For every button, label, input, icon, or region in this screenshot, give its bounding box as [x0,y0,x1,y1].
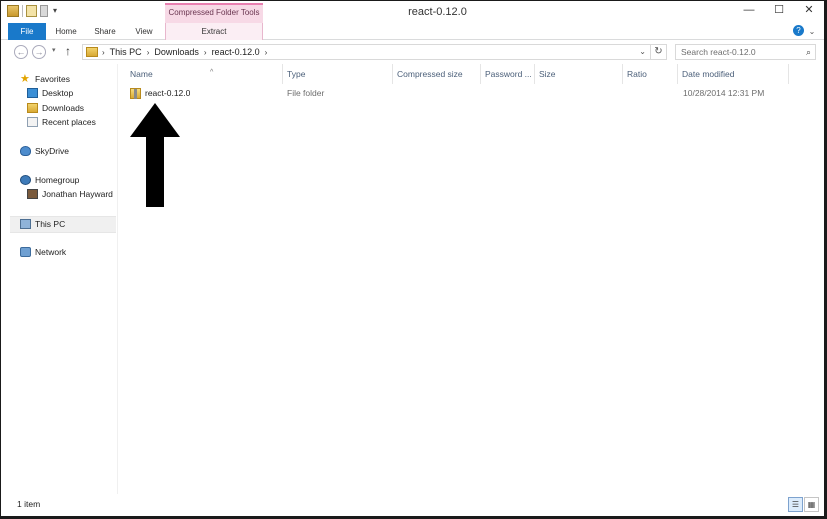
address-bar[interactable]: › This PC › Downloads › react-0.12.0 › ⌄ [82,44,651,60]
breadcrumb-this-pc[interactable]: This PC [110,47,142,57]
explorer-window: ▾ Compressed Folder Tools react-0.12.0 —… [0,0,827,519]
column-header-label: Name [130,69,153,79]
file-date-modified: 10/28/2014 12:31 PM [683,88,765,98]
nav-item-desktop[interactable]: Desktop [27,86,73,100]
title-bar: ▾ Compressed Folder Tools react-0.12.0 —… [1,1,824,23]
file-name: react-0.12.0 [145,88,191,98]
nav-item-downloads[interactable]: Downloads [27,101,84,115]
refresh-button[interactable]: ↻ [651,44,667,60]
window-title: react-0.12.0 [408,6,467,18]
search-input[interactable]: Search react-0.12.0 ⌕ [675,44,816,60]
breadcrumb-separator[interactable]: › [147,48,150,57]
minimize-button[interactable]: — [734,1,764,21]
desktop-icon [27,88,38,98]
window-controls: — ☐ ✕ [734,1,824,21]
help-icon[interactable]: ? [793,25,804,36]
nav-item-label: Recent places [42,117,96,127]
table-row[interactable]: react-0.12.0 File folder 10/28/2014 12:3… [118,85,824,102]
downloads-icon [27,103,38,113]
nav-item-this-pc[interactable]: This PC [20,217,65,231]
new-file-icon[interactable] [26,5,37,17]
back-button[interactable]: ← [14,45,28,59]
nav-item-label: Downloads [42,103,85,113]
folder-icon [86,47,98,57]
item-count: 1 item [17,499,41,509]
nav-item-label: Favorites [35,74,70,84]
close-button[interactable]: ✕ [794,1,824,21]
breadcrumb-separator[interactable]: › [102,48,105,57]
nav-item-label: Network [35,247,67,257]
arrow-shape [130,103,180,207]
navigation-pane: ★ Favorites Desktop Downloads Recent pla… [1,64,117,494]
column-header-name[interactable]: Name ^ [126,64,283,84]
network-icon [20,247,31,257]
annotation-up-arrow-icon [130,103,180,207]
column-header-compressed-size[interactable]: Compressed size [393,64,481,84]
expand-ribbon-chevron-icon[interactable]: ⌄ [806,26,818,37]
window-title-container: react-0.12.0 [1,6,824,18]
search-placeholder: Search react-0.12.0 [681,47,756,57]
zipped-folder-icon [130,88,141,99]
large-icons-view-button[interactable]: ▦ [804,497,819,512]
column-header-size[interactable]: Size [535,64,623,84]
maximize-button[interactable]: ☐ [764,1,794,21]
ribbon-tab-bar: File Home Share View Extract ? ⌄ [1,23,824,40]
address-row: ← → ▾ ↑ › This PC › Downloads › react-0.… [1,40,824,64]
nav-item-recent-places[interactable]: Recent places [27,115,96,129]
nav-item-skydrive[interactable]: SkyDrive [20,144,69,158]
status-bar: 1 item ☰ ▦ [1,494,824,516]
toolbar-divider [22,5,23,17]
address-history-chevron-icon[interactable]: ⌄ [639,47,646,56]
nav-item-label: Jonathan Hayward [42,189,113,199]
breadcrumb-separator[interactable]: › [265,48,268,57]
nav-item-label: Homegroup [35,175,80,185]
tab-extract[interactable]: Extract [165,23,263,40]
nav-item-label: Desktop [42,88,74,98]
file-type: File folder [287,88,325,98]
column-header-ratio[interactable]: Ratio [623,64,678,84]
sort-ascending-icon: ^ [210,69,214,76]
column-header-date-modified[interactable]: Date modified [678,64,789,84]
user-avatar-icon [27,189,38,199]
cloud-icon [20,146,31,156]
tab-file[interactable]: File [8,23,46,40]
forward-button[interactable]: → [32,45,46,59]
breadcrumb-separator[interactable]: › [204,48,207,57]
homegroup-icon [20,175,31,185]
up-button[interactable]: ↑ [65,44,71,58]
tab-view[interactable]: View [127,23,161,40]
customize-toolbar-chevron-icon[interactable]: ▾ [51,5,59,17]
nav-item-homegroup[interactable]: Homegroup [20,173,79,187]
recent-places-icon [27,117,38,127]
quick-access-toolbar: ▾ [7,5,59,17]
nav-item-favorites[interactable]: ★ Favorites [20,72,70,86]
search-icon[interactable]: ⌕ [806,45,811,59]
context-tab-group-label: Compressed Folder Tools [165,3,263,23]
file-list: Name ^ Type Compressed size Password ...… [118,64,824,494]
properties-icon[interactable] [7,5,19,17]
nav-item-network[interactable]: Network [20,245,66,259]
column-header-password[interactable]: Password ... [481,64,535,84]
star-icon: ★ [20,73,30,85]
tab-home[interactable]: Home [49,23,83,40]
breadcrumb-downloads[interactable]: Downloads [154,47,199,57]
file-name-cell[interactable]: react-0.12.0 [130,85,190,102]
breadcrumb-react[interactable]: react-0.12.0 [212,47,260,57]
details-view-button[interactable]: ☰ [788,497,803,512]
column-header-type[interactable]: Type [283,64,393,84]
recent-locations-chevron-icon[interactable]: ▾ [52,46,56,54]
rename-icon[interactable] [40,5,48,17]
nav-item-label: SkyDrive [35,146,70,156]
computer-icon [20,219,31,229]
nav-item-label: This PC [35,219,66,229]
nav-item-homegroup-user[interactable]: Jonathan Hayward [27,187,113,201]
tab-share[interactable]: Share [87,23,123,40]
